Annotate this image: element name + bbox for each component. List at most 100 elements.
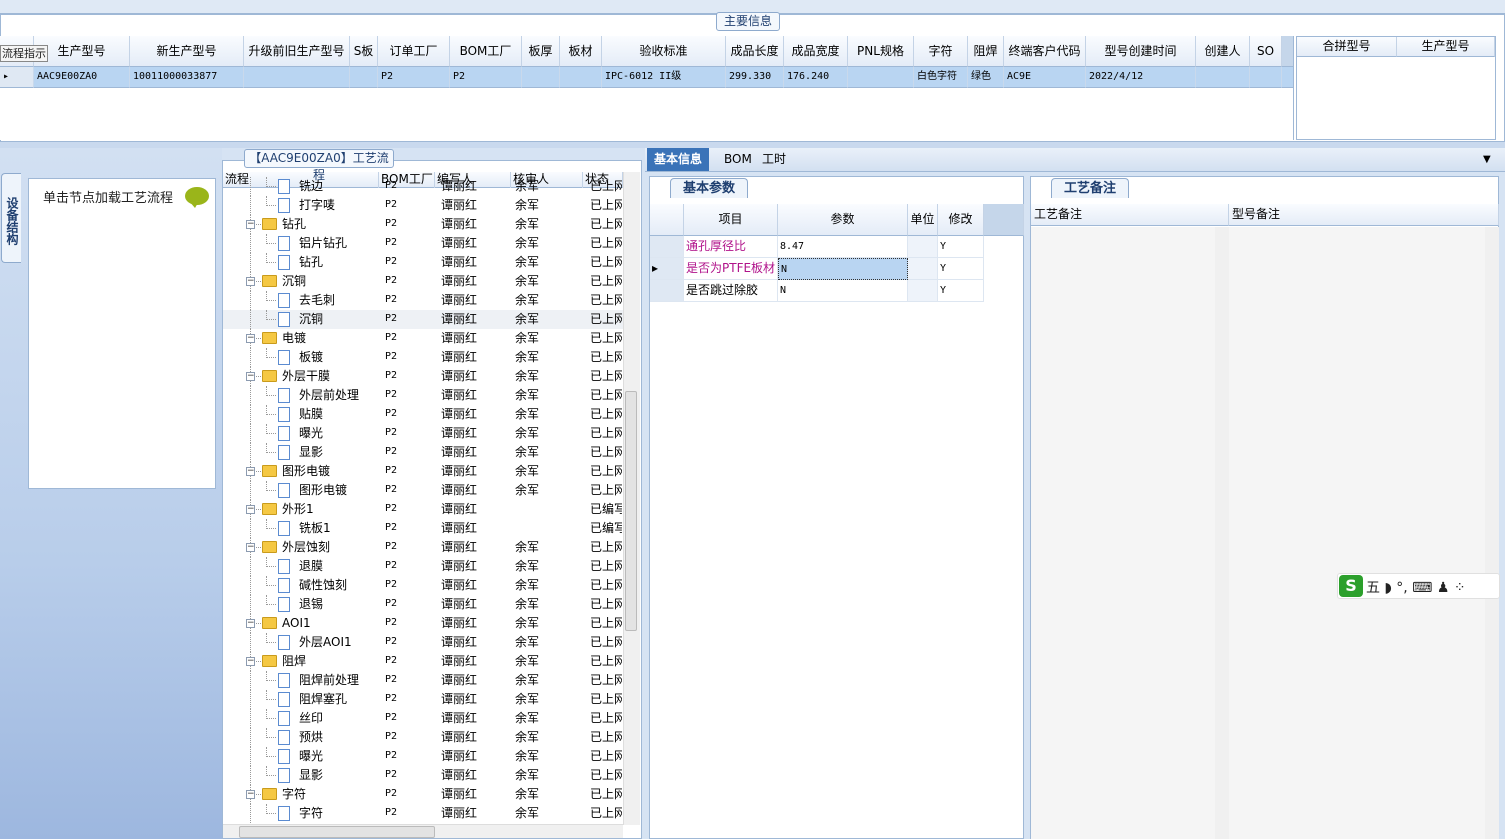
main-col-header[interactable]: 订单工厂 xyxy=(378,36,450,67)
params-row[interactable]: 通孔厚径比 8.47 Y xyxy=(650,236,1025,258)
flow-vertical-scroll-thumb[interactable] xyxy=(625,391,637,631)
process-flow-tree[interactable]: 流程BOM工厂编写人核审人状态 铣边P2谭丽红余军已上网打字唛P2谭丽红余军已上… xyxy=(222,160,642,839)
flow-tree-row[interactable]: 铝片钻孔P2谭丽红余军已上网 xyxy=(223,234,623,253)
flow-node-name[interactable]: 电镀 xyxy=(282,329,306,348)
params-row-selector[interactable] xyxy=(650,236,684,258)
flow-tree-row[interactable]: −沉铜P2谭丽红余军已上网 xyxy=(223,272,623,291)
main-cell[interactable]: AC9E xyxy=(1004,67,1086,88)
flow-tree-row[interactable]: 贴膜P2谭丽红余军已上网 xyxy=(223,405,623,424)
flow-tree-row[interactable]: 图形电镀P2谭丽红余军已上网 xyxy=(223,481,623,500)
flow-tree-row[interactable]: 钻孔P2谭丽红余军已上网 xyxy=(223,253,623,272)
flow-node-name[interactable]: 退锡 xyxy=(299,595,323,614)
flow-node-name[interactable]: 外形1 xyxy=(282,500,314,519)
basic-params-tab[interactable]: 基本参数 xyxy=(670,178,748,198)
flow-tree-row[interactable]: 沉铜P2谭丽红余军已上网 xyxy=(223,310,623,329)
ime-status-text[interactable]: 五 ◗ °, ⌨ ♟ ⁘ xyxy=(1366,577,1466,597)
flow-node-name[interactable]: 丝印 xyxy=(299,709,323,728)
flow-node-name[interactable]: 图形电镀 xyxy=(282,462,330,481)
side-tab-equipment[interactable]: 设备结构 xyxy=(1,173,21,263)
flow-node-name[interactable]: 板镀 xyxy=(299,348,323,367)
flow-node-name[interactable]: 沉铜 xyxy=(299,310,323,329)
flow-node-name[interactable]: 打字唛 xyxy=(299,196,335,215)
main-col-header[interactable]: 成品宽度 xyxy=(784,36,848,67)
flow-node-name[interactable]: 钻孔 xyxy=(282,215,306,234)
main-col-header[interactable]: SO xyxy=(1250,36,1282,67)
flow-tree-row[interactable]: 阻焊塞孔P2谭丽红余军已上网 xyxy=(223,690,623,709)
main-cell[interactable]: 绿色 xyxy=(968,67,1004,88)
main-cell[interactable]: 白色字符 xyxy=(914,67,968,88)
flow-node-name[interactable]: 铣板1 xyxy=(299,519,331,538)
process-notes-area[interactable] xyxy=(1031,227,1229,839)
main-cell[interactable]: 10011000033877 xyxy=(130,67,244,88)
flow-tree-row[interactable]: −外层蚀刻P2谭丽红余军已上网 xyxy=(223,538,623,557)
flow-node-name[interactable]: 外层AOI1 xyxy=(299,633,352,652)
main-col-header[interactable]: 板厚 xyxy=(522,36,560,67)
ime-toolbar[interactable]: S 五 ◗ °, ⌨ ♟ ⁘ xyxy=(1337,573,1500,599)
main-col-header[interactable]: 终端客户代码 xyxy=(1004,36,1086,67)
main-col-header[interactable]: S板 xyxy=(350,36,378,67)
merge-model-header[interactable]: 合拼型号 xyxy=(1297,37,1397,57)
main-cell[interactable] xyxy=(1196,67,1250,88)
params-cell-value[interactable]: N xyxy=(778,280,908,302)
flow-tree-row[interactable]: 显影P2谭丽红余军已上网 xyxy=(223,443,623,462)
tab-work-hours[interactable]: 工时 xyxy=(755,148,793,171)
main-cell[interactable] xyxy=(1250,67,1282,88)
tab-basic-info[interactable]: 基本信息 xyxy=(647,148,710,171)
flow-tree-row[interactable]: −图形电镀P2谭丽红余军已上网 xyxy=(223,462,623,481)
merge-product-header[interactable]: 生产型号 xyxy=(1397,37,1495,57)
flow-tree-row[interactable]: 碱性蚀刻P2谭丽红余军已上网 xyxy=(223,576,623,595)
tree-expander-icon[interactable]: − xyxy=(246,372,255,381)
tree-expander-icon[interactable]: − xyxy=(246,220,255,229)
flow-node-name[interactable]: 图形电镀 xyxy=(299,481,347,500)
flow-node-name[interactable]: 曝光 xyxy=(299,424,323,443)
model-notes-scrollbar[interactable] xyxy=(1485,227,1499,839)
main-cell[interactable]: 176.240 xyxy=(784,67,848,88)
main-cell[interactable] xyxy=(522,67,560,88)
flow-tree-row[interactable]: 打字唛P2谭丽红余军已上网 xyxy=(223,196,623,215)
tree-expander-icon[interactable]: − xyxy=(246,619,255,628)
flow-node-name[interactable]: AOI1 xyxy=(282,614,311,633)
main-cell[interactable] xyxy=(244,67,350,88)
flow-tree-row[interactable]: 退锡P2谭丽红余军已上网 xyxy=(223,595,623,614)
tree-expander-icon[interactable]: − xyxy=(246,467,255,476)
main-col-header[interactable]: 板材 xyxy=(560,36,602,67)
main-cell[interactable]: IPC-6012 II级 xyxy=(602,67,726,88)
flow-tree-row[interactable]: −阻焊P2谭丽红余军已上网 xyxy=(223,652,623,671)
merge-model-grid[interactable]: 合拼型号 生产型号 xyxy=(1296,36,1496,140)
flow-tree-row[interactable]: 丝印P2谭丽红余军已上网 xyxy=(223,709,623,728)
tree-expander-icon[interactable]: − xyxy=(246,543,255,552)
params-row-selector[interactable]: ▸ xyxy=(650,258,684,280)
params-row[interactable]: 是否跳过除胶 N Y xyxy=(650,280,1025,302)
flow-node-name[interactable]: 显影 xyxy=(299,443,323,462)
sogou-logo-icon[interactable]: S xyxy=(1339,575,1363,597)
flow-node-name[interactable]: 外层干膜 xyxy=(282,367,330,386)
main-col-header[interactable]: 字符 xyxy=(914,36,968,67)
flow-tree-row[interactable]: 阻焊前处理P2谭丽红余军已上网 xyxy=(223,671,623,690)
flow-tree-row[interactable]: −AOI1P2谭丽红余军已上网 xyxy=(223,614,623,633)
main-cell[interactable] xyxy=(560,67,602,88)
tree-expander-icon[interactable]: − xyxy=(246,657,255,666)
main-col-header[interactable]: PNL规格 xyxy=(848,36,914,67)
main-col-header[interactable]: 型号创建时间 xyxy=(1086,36,1196,67)
params-cell-value[interactable]: N xyxy=(778,258,908,280)
params-row[interactable]: ▸ 是否为PTFE板材 N Y xyxy=(650,258,1025,280)
flow-node-name[interactable]: 字符 xyxy=(282,785,306,804)
flow-tree-row[interactable]: 曝光P2谭丽红余军已上网 xyxy=(223,424,623,443)
flow-node-name[interactable]: 阻焊塞孔 xyxy=(299,690,347,709)
flow-tree-row[interactable]: 退膜P2谭丽红余军已上网 xyxy=(223,557,623,576)
flow-node-name[interactable]: 外层蚀刻 xyxy=(282,538,330,557)
flow-node-name[interactable]: 曝光 xyxy=(299,747,323,766)
chevron-down-icon[interactable]: ▼ xyxy=(1483,154,1491,165)
flow-tree-row[interactable]: 字符P2谭丽红余军已上网 xyxy=(223,804,623,823)
flow-tree-row[interactable]: 外层AOI1P2谭丽红余军已上网 xyxy=(223,633,623,652)
main-cell[interactable]: AAC9E00ZA0 xyxy=(34,67,130,88)
tree-expander-icon[interactable]: − xyxy=(246,277,255,286)
flow-node-name[interactable]: 阻焊 xyxy=(282,652,306,671)
main-cell[interactable] xyxy=(848,67,914,88)
flow-node-name[interactable]: 沉铜 xyxy=(282,272,306,291)
process-notes-tab[interactable]: 工艺备注 xyxy=(1051,178,1129,198)
main-cell[interactable]: P2 xyxy=(450,67,522,88)
tree-expander-icon[interactable]: − xyxy=(246,505,255,514)
flow-node-name[interactable]: 预烘 xyxy=(299,728,323,747)
flow-tree-row[interactable]: 显影P2谭丽红余军已上网 xyxy=(223,766,623,785)
